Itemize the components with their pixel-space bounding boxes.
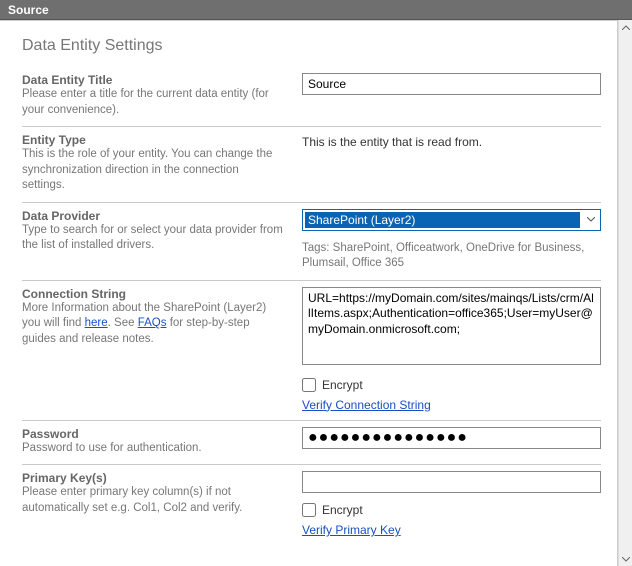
cs-faqs-link[interactable]: FAQs [138, 317, 167, 329]
window-title: Source [8, 3, 49, 17]
data-provider-tags: Tags: SharePoint, Officeatwork, OneDrive… [302, 241, 601, 272]
row-password: Password Password to use for authenticat… [22, 421, 601, 466]
entity-type-desc: This is the role of your entity. You can… [22, 147, 284, 194]
verify-primary-key-link[interactable]: Verify Primary Key [302, 523, 401, 537]
content-area: Data Entity Settings Data Entity Title P… [0, 20, 618, 566]
section-heading: Data Entity Settings [22, 37, 601, 55]
entity-title-input[interactable] [302, 73, 601, 95]
entity-type-label: Entity Type [22, 133, 284, 147]
entity-title-desc: Please enter a title for the current dat… [22, 87, 284, 118]
password-input[interactable] [302, 427, 601, 449]
connection-string-input[interactable] [302, 287, 601, 365]
primary-key-desc: Please enter primary key column(s) if no… [22, 485, 284, 516]
cs-desc-mid: . See [108, 317, 138, 329]
scroll-up-icon[interactable] [619, 20, 632, 34]
chevron-down-icon[interactable] [582, 210, 600, 230]
data-provider-label: Data Provider [22, 209, 284, 223]
connection-string-desc: More Information about the SharePoint (L… [22, 301, 284, 348]
password-desc: Password to use for authentication. [22, 441, 284, 457]
row-entity-type: Entity Type This is the role of your ent… [22, 127, 601, 203]
data-provider-combobox[interactable]: SharePoint (Layer2) [302, 209, 601, 231]
connection-string-label: Connection String [22, 287, 284, 301]
primary-key-label: Primary Key(s) [22, 471, 284, 485]
cs-here-link[interactable]: here [85, 317, 108, 329]
data-provider-value: SharePoint (Layer2) [305, 212, 580, 228]
row-entity-title: Data Entity Title Please enter a title f… [22, 67, 601, 127]
cs-encrypt-checkbox[interactable] [302, 378, 316, 392]
pk-encrypt-label: Encrypt [322, 503, 363, 517]
row-primary-key: Primary Key(s) Please enter primary key … [22, 465, 601, 545]
verify-connection-string-link[interactable]: Verify Connection String [302, 398, 431, 412]
data-provider-desc: Type to search for or select your data p… [22, 223, 284, 254]
window-titlebar: Source [0, 0, 632, 20]
entity-type-value: This is the entity that is read from. [302, 133, 601, 149]
row-connection-string: Connection String More Information about… [22, 281, 601, 421]
cs-encrypt-label: Encrypt [322, 378, 363, 392]
row-data-provider: Data Provider Type to search for or sele… [22, 203, 601, 281]
password-label: Password [22, 427, 284, 441]
vertical-scrollbar[interactable] [618, 20, 632, 566]
primary-key-input[interactable] [302, 471, 601, 493]
scroll-down-icon[interactable] [619, 552, 632, 566]
entity-title-label: Data Entity Title [22, 73, 284, 87]
pk-encrypt-checkbox[interactable] [302, 503, 316, 517]
